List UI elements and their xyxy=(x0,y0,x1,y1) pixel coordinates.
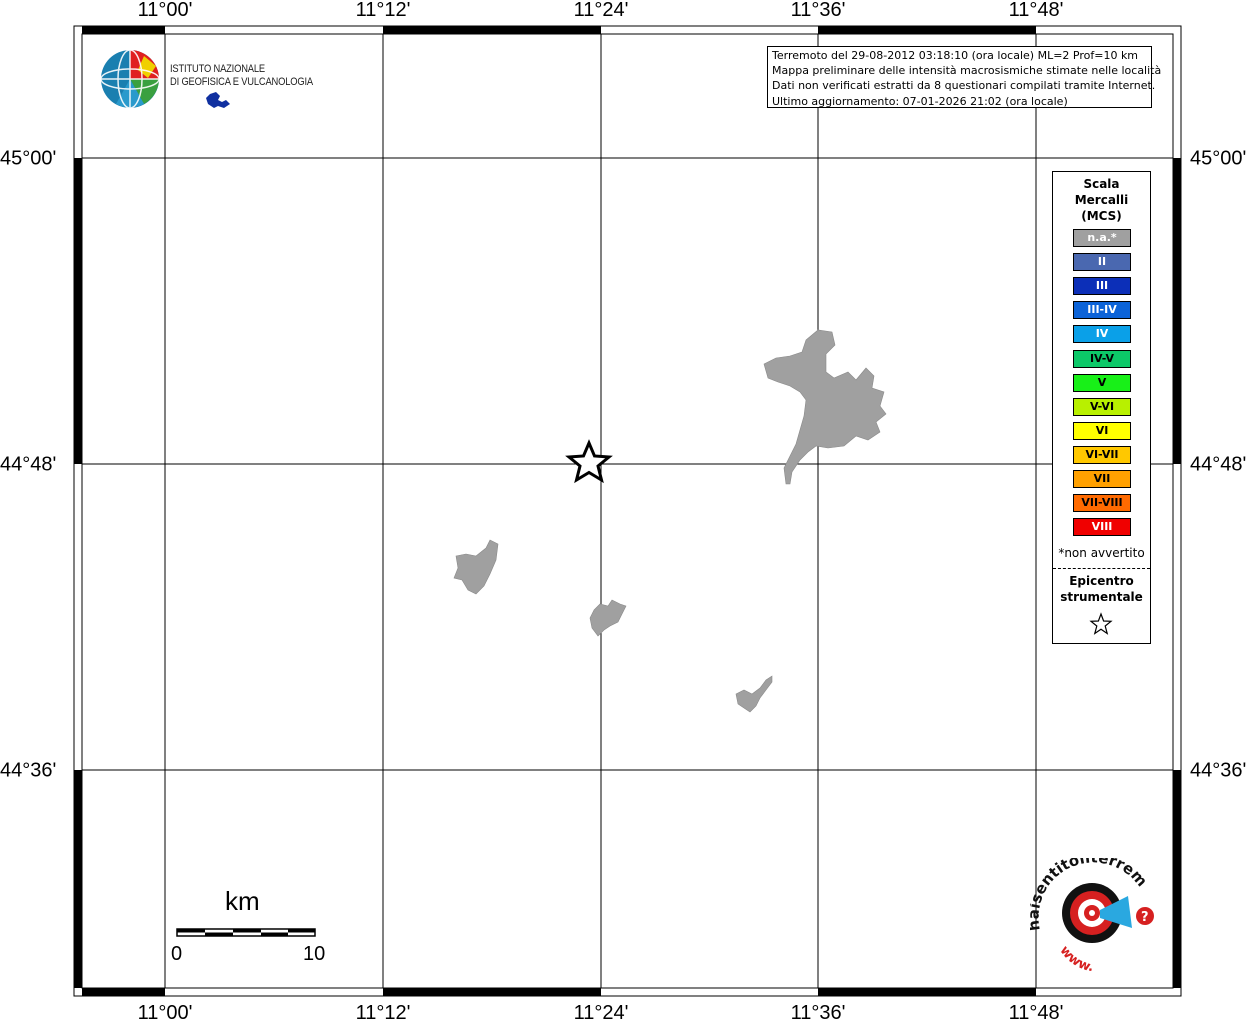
lat-tick-left-1: 45°00' xyxy=(0,147,57,170)
legend-title-line2: Mercalli xyxy=(1074,193,1129,207)
ingv-logo-line1: ISTITUTO NAZIONALE xyxy=(170,63,265,75)
italy-silhouette-icon xyxy=(206,92,230,108)
legend-title-line1: Scala xyxy=(1083,177,1120,191)
lon-tick-bottom-4: 11°36' xyxy=(790,1002,846,1024)
legend-separator xyxy=(1053,568,1150,569)
legend-item-7: V xyxy=(1073,373,1131,392)
scale-bar-start: 0 xyxy=(171,943,183,965)
legend-epicenter-line1: Epicentro xyxy=(1069,574,1134,588)
legend-item-8: V-VI xyxy=(1073,397,1131,416)
event-info-line3: Dati non verificati estratti da 8 questi… xyxy=(772,79,1156,93)
legend-item-11: VII xyxy=(1073,470,1131,488)
legend-epicenter-label: Epicentro strumentale xyxy=(1053,573,1150,605)
ingv-globe-icon xyxy=(100,49,160,109)
legend-item-6: IV-V xyxy=(1073,349,1131,368)
intensity-legend: Scala Mercalli (MCS) *non avvertito Epic… xyxy=(1052,171,1151,644)
legend-item-10: VI-VII xyxy=(1073,445,1131,464)
legend-item-12: VII-VIII xyxy=(1073,494,1131,513)
legend-item-4: III-IV xyxy=(1073,301,1131,320)
scale-bar-unit: km xyxy=(225,886,260,916)
legend-item-1: n.a.* xyxy=(1073,229,1131,247)
lat-tick-right-1: 45°00' xyxy=(1190,147,1247,170)
lon-tick-bottom-3: 11°24' xyxy=(573,1002,629,1024)
legend-title: Scala Mercalli (MCS) xyxy=(1053,176,1150,224)
lat-tick-right-3: 44°36' xyxy=(1190,759,1247,782)
haisentito-logo[interactable]: ? haisentitoilterremoto.it www. xyxy=(1024,844,1160,976)
legend-item-9: VI xyxy=(1073,421,1131,440)
lon-tick-top-1: 11°00' xyxy=(137,0,193,21)
lon-tick-top-3: 11°24' xyxy=(573,0,629,21)
lon-tick-top-5: 11°48' xyxy=(1008,0,1064,21)
lon-tick-top-2: 11°12' xyxy=(355,0,411,21)
lat-tick-left-3: 44°36' xyxy=(0,759,57,782)
haisentito-logo-icon: ? haisentitoilterremoto.it www. xyxy=(1024,844,1154,975)
legend-item-2: II xyxy=(1073,253,1131,272)
legend-note: *non avvertito xyxy=(1058,546,1145,560)
event-info-line2: Mappa preliminare delle intensità macros… xyxy=(772,64,1162,78)
legend-item-5: IV xyxy=(1073,325,1131,344)
lon-tick-bottom-2: 11°12' xyxy=(355,1002,411,1024)
svg-text:?: ? xyxy=(1141,910,1149,925)
ingv-logo: ISTITUTO NAZIONALE DI GEOFISICA E VULCAN… xyxy=(100,48,330,112)
scale-bar-end: 10 xyxy=(303,943,326,965)
event-info-line4: Ultimo aggiornamento: 07-01-2026 21:02 (… xyxy=(772,94,1068,108)
legend-title-line3: (MCS) xyxy=(1081,209,1122,223)
haisentito-logo-prefix: www. xyxy=(1057,943,1095,975)
lat-tick-left-2: 44°48' xyxy=(0,453,57,476)
ingv-logo-text: ISTITUTO NAZIONALE DI GEOFISICA E VULCAN… xyxy=(170,63,313,89)
lon-tick-bottom-1: 11°00' xyxy=(137,1002,193,1024)
svg-text:www.: www. xyxy=(1057,943,1095,975)
event-info-box: Terremoto del 29-08-2012 03:18:10 (ora l… xyxy=(767,46,1162,108)
legend-epicenter-line2: strumentale xyxy=(1060,590,1143,604)
event-info-line1: Terremoto del 29-08-2012 03:18:10 (ora l… xyxy=(772,49,1139,62)
legend-star-icon xyxy=(1089,612,1113,635)
ingv-logo-line2: DI GEOFISICA E VULCANOLOGIA xyxy=(170,76,313,88)
lat-tick-right-2: 44°48' xyxy=(1190,453,1247,476)
lon-tick-top-4: 11°36' xyxy=(790,0,846,21)
legend-item-13: VIII xyxy=(1073,518,1131,537)
scale-bar xyxy=(176,928,316,937)
lon-tick-bottom-5: 11°48' xyxy=(1008,1002,1064,1024)
legend-item-3: III xyxy=(1073,277,1131,296)
